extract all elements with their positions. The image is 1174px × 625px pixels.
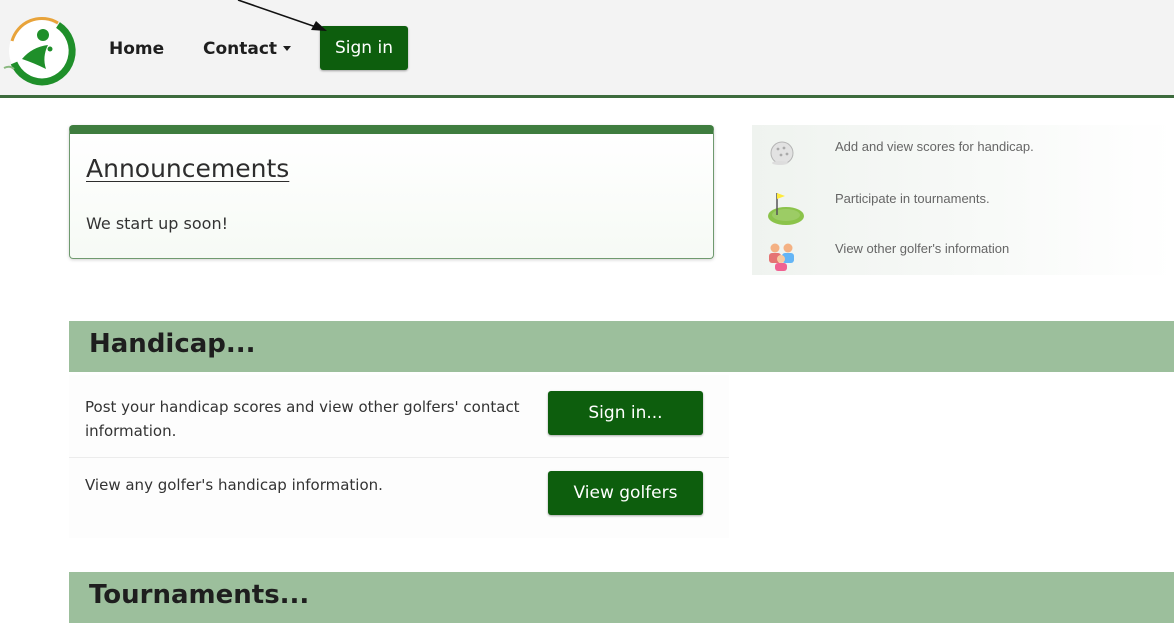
nav-contact-dropdown[interactable]: Contact	[203, 39, 292, 59]
handicap-title: Handicap...	[89, 329, 256, 359]
handicap-row-text: View any golfer's handicap information.	[85, 476, 383, 494]
golf-club-logo-icon[interactable]	[2, 13, 78, 89]
view-golfers-button[interactable]: View golfers	[548, 471, 703, 515]
announcements-card: Announcements We start up soon!	[69, 125, 714, 259]
golf-ball-icon	[770, 141, 794, 165]
caret-down-icon	[283, 46, 292, 51]
feature-golfers-text: View other golfer's information	[835, 241, 1010, 256]
handicap-row-text: Post your handicap scores and view other…	[85, 398, 520, 440]
nav-signin-button[interactable]: Sign in	[320, 26, 408, 70]
golf-green-flag-icon	[768, 193, 804, 225]
announcements-title: Announcements	[86, 154, 290, 183]
handicap-signin-button[interactable]: Sign in...	[548, 391, 703, 435]
golfers-group-icon	[769, 243, 794, 271]
nav-contact-label: Contact	[203, 39, 278, 59]
features-panel: Add and view scores for handicap. Partic…	[752, 125, 1174, 275]
tournaments-title: Tournaments...	[89, 580, 310, 610]
announcements-text: We start up soon!	[86, 214, 229, 233]
feature-scores-text: Add and view scores for handicap.	[835, 139, 1034, 154]
nav-home-link[interactable]: Home	[109, 39, 164, 59]
tournaments-section-header: Tournaments...	[69, 572, 1174, 623]
top-navbar: Home Contact Sign in	[0, 0, 1174, 98]
feature-tournaments-text: Participate in tournaments.	[835, 191, 990, 206]
handicap-section-header: Handicap...	[69, 321, 1174, 372]
